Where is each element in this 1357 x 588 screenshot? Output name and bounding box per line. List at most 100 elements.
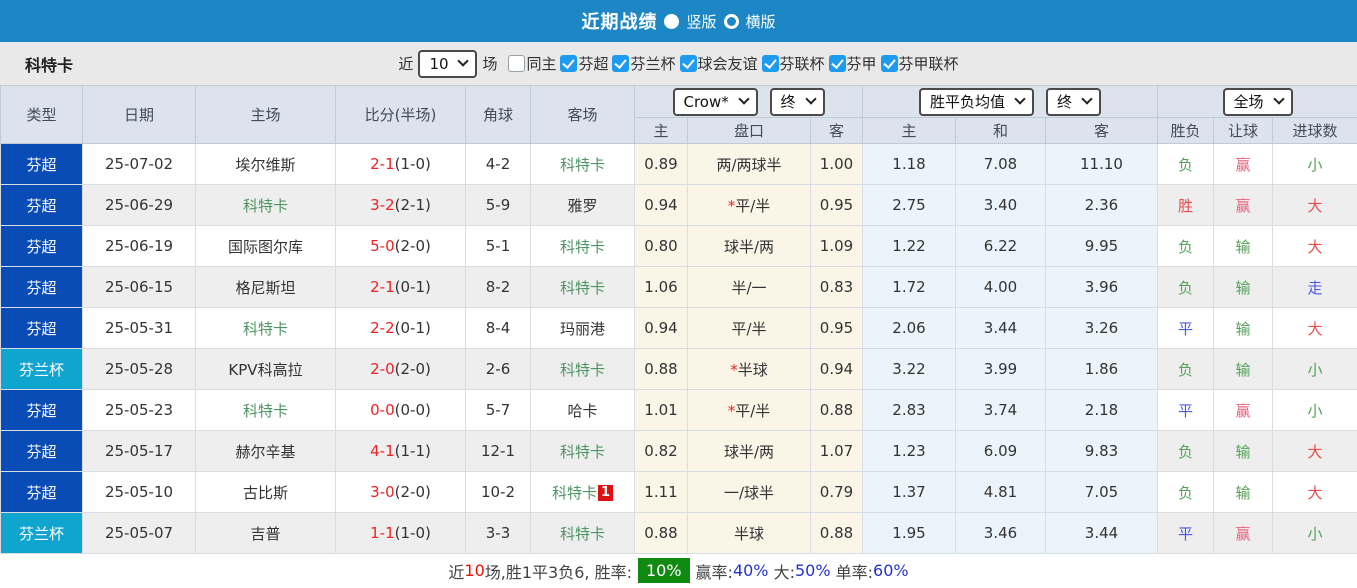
handicap-text: 平/半: [735, 401, 771, 420]
match-count-select[interactable]: 10: [418, 49, 478, 78]
cell-score: 2-1(1-0): [335, 143, 466, 185]
cell-odds-draw: 4.81: [955, 471, 1046, 513]
cell-away-team: 哈卡: [530, 389, 635, 431]
cell-corners: 10-2: [465, 471, 531, 513]
table-row: 芬超 25-05-23 科特卡 0-0(0-0) 5-7 哈卡 1.01 *平/半 0.88 2.…: [0, 389, 1357, 431]
cell-result-goals: 大: [1271, 225, 1357, 267]
cell-corners: 5-7: [465, 389, 531, 431]
filter-option[interactable]: 芬超: [560, 53, 608, 74]
cell-home-team: 吉普: [195, 512, 336, 554]
horizontal-layout-label[interactable]: 横版: [746, 11, 776, 32]
filter-option-label: 芬联杯: [779, 55, 825, 73]
away-team-name: 玛丽港: [559, 319, 605, 338]
cell-ah-home-odds: 0.89: [634, 143, 688, 185]
column-header-date: 日期: [82, 85, 196, 144]
table-row: 芬超 25-06-29 科特卡 3-2(2-1) 5-9 雅罗 0.94 *平/半 0.95 2.…: [0, 184, 1357, 226]
cell-away-team: 科特卡: [530, 143, 635, 185]
cell-league: 芬超: [0, 225, 83, 267]
cell-ah-away-odds: 1.09: [810, 225, 863, 267]
cell-result-goals: 大: [1271, 471, 1357, 513]
home-team-name: 科特卡: [242, 401, 288, 420]
home-team-name: 赫尔辛基: [235, 442, 296, 461]
cell-handicap-line: 两/两球半: [687, 143, 811, 185]
cell-result-handicap: 赢: [1213, 389, 1273, 431]
cell-ah-home-odds: 0.94: [634, 184, 688, 226]
fulltime-score: 1-1: [370, 524, 395, 542]
cell-odds-away: 2.18: [1045, 389, 1158, 431]
scope-select[interactable]: 全场: [1222, 87, 1293, 116]
filter-option-label: 芬甲联杯: [898, 55, 959, 73]
cell-handicap-line: 平/半: [687, 307, 811, 349]
summary-segment: 近: [448, 562, 465, 582]
average-select[interactable]: 胜平负均值: [919, 87, 1034, 116]
home-team-name: 埃尔维斯: [235, 155, 296, 174]
cell-result-outcome: 负: [1157, 471, 1214, 513]
cell-result-goals: 小: [1271, 348, 1357, 390]
checkbox-checked-icon[interactable]: [612, 55, 630, 72]
cell-result-goals: 大: [1271, 307, 1357, 349]
cell-ah-home-odds: 1.11: [634, 471, 688, 513]
vertical-layout-radio[interactable]: [664, 13, 680, 29]
cell-score: 2-1(0-1): [335, 266, 466, 308]
checkbox-checked-icon[interactable]: [761, 55, 779, 72]
cell-away-team: 科特卡 1: [530, 471, 635, 513]
vertical-layout-label[interactable]: 竖版: [686, 11, 716, 32]
cell-odds-away: 1.86: [1045, 348, 1158, 390]
filter-option[interactable]: 芬甲联杯: [880, 53, 959, 74]
cell-score: 5-0(2-0): [335, 225, 466, 267]
cell-result-handicap: 输: [1213, 307, 1273, 349]
cell-home-team: 赫尔辛基: [195, 430, 336, 472]
cell-result-handicap: 输: [1213, 225, 1273, 267]
halftime-score: (2-0): [394, 483, 431, 501]
cell-away-team: 科特卡: [530, 225, 635, 267]
filter-option[interactable]: 芬联杯: [761, 53, 825, 74]
subheader-ah-away: 客: [810, 117, 863, 144]
home-team-name: KPV科高拉: [228, 360, 303, 379]
subheader-handicap: 盘口: [687, 117, 811, 144]
checkbox-unchecked-icon[interactable]: [508, 55, 526, 72]
fulltime-score: 3-0: [370, 483, 395, 501]
checkbox-checked-icon[interactable]: [880, 55, 898, 72]
checkbox-checked-icon[interactable]: [679, 55, 697, 72]
cell-result-outcome: 胜: [1157, 184, 1214, 226]
cell-corners: 5-9: [465, 184, 531, 226]
cell-score: 4-1(1-1): [335, 430, 466, 472]
cell-odds-home: 2.83: [862, 389, 956, 431]
cell-away-team: 科特卡: [530, 512, 635, 554]
match-count-select-wrap: 10: [418, 49, 478, 78]
home-team-name: 国际图尔库: [227, 237, 303, 256]
bookmaker-select[interactable]: Crow*: [672, 87, 758, 116]
cell-result-outcome: 平: [1157, 307, 1214, 349]
cell-ah-home-odds: 0.88: [634, 348, 688, 390]
column-header-score: 比分(半场): [335, 85, 466, 144]
subheader-outcome: 胜负: [1157, 117, 1214, 144]
cell-odds-home: 2.06: [862, 307, 956, 349]
filter-option[interactable]: 芬兰杯: [612, 53, 676, 74]
average-period-select[interactable]: 终: [1046, 87, 1101, 116]
bookmaker-period-select[interactable]: 终: [769, 87, 825, 116]
halftime-score: (0-1): [394, 278, 431, 296]
home-team-name: 古比斯: [242, 483, 288, 502]
fulltime-score: 2-2: [370, 319, 395, 337]
cell-home-team: 科特卡: [195, 307, 336, 349]
cell-odds-away: 9.83: [1045, 430, 1158, 472]
cell-ah-away-odds: 1.00: [810, 143, 863, 185]
cell-odds-draw: 6.22: [955, 225, 1046, 267]
cell-ah-away-odds: 0.88: [810, 389, 863, 431]
subheader-odds-draw: 和: [955, 117, 1046, 144]
horizontal-layout-radio[interactable]: [723, 13, 739, 29]
filter-option[interactable]: 球会友谊: [679, 53, 758, 74]
cell-home-team: 古比斯: [195, 471, 336, 513]
filter-option-label: 芬超: [578, 55, 609, 73]
cell-home-team: 国际图尔库: [195, 225, 336, 267]
filter-option[interactable]: 同主: [508, 53, 556, 74]
cell-ah-away-odds: 0.95: [810, 307, 863, 349]
checkbox-checked-icon[interactable]: [560, 55, 578, 72]
checkbox-checked-icon[interactable]: [828, 55, 846, 72]
cell-result-outcome: 负: [1157, 266, 1214, 308]
cell-odds-away: 3.26: [1045, 307, 1158, 349]
filter-option[interactable]: 芬甲: [828, 53, 877, 74]
cell-league: 芬兰杯: [0, 348, 83, 390]
cell-ah-home-odds: 0.88: [634, 512, 688, 554]
table-row: 芬超 25-05-10 古比斯 3-0(2-0) 10-2 科特卡 1 1.11 一/球半 0.7…: [0, 471, 1357, 513]
